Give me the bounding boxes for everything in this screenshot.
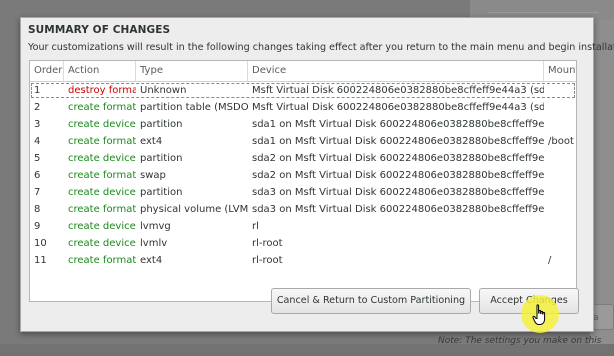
cell-device: sda3 on Msft Virtual Disk 600224806e0382… (252, 187, 544, 198)
column-header-mount[interactable]: Mount (544, 61, 576, 81)
cell-device: Msft Virtual Disk 600224806e0382880be8cf… (252, 85, 544, 96)
cell-action: create device (68, 153, 136, 164)
cell-action: create format (68, 255, 136, 266)
cell-order: 5 (34, 153, 41, 164)
table-row[interactable]: 7 create device partition sda3 on Msft V… (30, 184, 576, 201)
dialog-description: Your customizations will result in the f… (28, 42, 614, 53)
cell-order: 1 (34, 85, 41, 96)
cell-mount (544, 218, 576, 235)
cell-type: partition (140, 187, 183, 198)
table-row[interactable]: 6 create format swap sda2 on Msft Virtua… (30, 167, 576, 184)
column-header-order[interactable]: Order (30, 61, 64, 81)
cell-action: create device (68, 221, 136, 232)
table-row[interactable]: 10 create device lvmlv rl-root (30, 235, 576, 252)
cell-type: ext4 (140, 136, 163, 147)
table-row[interactable]: 3 create device partition sda1 on Msft V… (30, 116, 576, 133)
background-note: Note: The settings you make on this (438, 336, 602, 346)
cell-order: 2 (34, 102, 41, 113)
cell-mount (544, 99, 576, 116)
table-row[interactable]: 4 create format ext4 sda1 on Msft Virtua… (30, 133, 576, 150)
cell-mount (544, 201, 576, 218)
column-header-type[interactable]: Type (136, 61, 248, 81)
table-header: Order Action Type Device Mount (30, 61, 576, 82)
table-row[interactable]: 11 create format ext4 rl-root / (30, 252, 576, 269)
cell-device: rl-root (252, 238, 283, 249)
cell-type: ext4 (140, 255, 163, 266)
cell-type: physical volume (LVM) (140, 204, 248, 215)
cell-mount: /boot (548, 136, 574, 147)
cell-mount (544, 184, 576, 201)
cell-order: 4 (34, 136, 41, 147)
cell-order: 3 (34, 119, 41, 130)
cell-type: lvmvg (140, 221, 171, 232)
cell-mount (544, 167, 576, 184)
cell-order: 10 (34, 238, 47, 249)
changes-table[interactable]: Order Action Type Device Mount 1 destroy… (29, 60, 577, 302)
cell-mount (544, 82, 576, 99)
cell-device: rl-root (252, 255, 283, 266)
column-header-action[interactable]: Action (64, 61, 136, 81)
cell-action: create device (68, 119, 136, 130)
cell-type: partition table (MSDOS) (140, 102, 248, 113)
summary-dialog: SUMMARY OF CHANGES Your customizations w… (20, 17, 614, 332)
cell-device: sda2 on Msft Virtual Disk 600224806e0382… (252, 170, 544, 181)
cell-device: sda1 on Msft Virtual Disk 600224806e0382… (252, 136, 544, 147)
cell-device: sda2 on Msft Virtual Disk 600224806e0382… (252, 153, 544, 164)
cell-action: create format (68, 170, 136, 181)
cell-type: partition (140, 119, 183, 130)
cell-type: swap (140, 170, 166, 181)
cell-type: lvmlv (140, 238, 168, 249)
cell-mount (544, 116, 576, 133)
cell-action: create format (68, 102, 136, 113)
table-row[interactable]: 2 create format partition table (MSDOS) … (30, 99, 576, 116)
cell-mount (544, 235, 576, 252)
cell-type: partition (140, 153, 183, 164)
cell-order: 6 (34, 170, 41, 181)
column-header-device[interactable]: Device (248, 61, 544, 81)
cell-action: create format (68, 136, 136, 147)
table-row[interactable]: 8 create format physical volume (LVM) sd… (30, 201, 576, 218)
cell-action: create device (68, 238, 136, 249)
cell-order: 11 (34, 255, 47, 266)
cell-order: 7 (34, 187, 41, 198)
cell-action: create format (68, 204, 136, 215)
table-row[interactable]: 1 destroy format Unknown Msft Virtual Di… (30, 82, 576, 99)
cell-mount: / (548, 255, 552, 266)
cell-device: sda3 on Msft Virtual Disk 600224806e0382… (252, 204, 544, 215)
cell-order: 8 (34, 204, 41, 215)
cell-action: create device (68, 187, 136, 198)
table-row[interactable]: 9 create device lvmvg rl (30, 218, 576, 235)
hand-pointer-icon (532, 304, 546, 325)
cell-device: sda1 on Msft Virtual Disk 600224806e0382… (252, 119, 544, 130)
cell-device: Msft Virtual Disk 600224806e0382880be8cf… (252, 102, 544, 113)
cell-device: rl (252, 221, 259, 232)
dialog-title: SUMMARY OF CHANGES (28, 24, 171, 36)
table-row[interactable]: 5 create device partition sda2 on Msft V… (30, 150, 576, 167)
cancel-return-button[interactable]: Cancel & Return to Custom Partitioning (271, 288, 471, 314)
cell-order: 9 (34, 221, 41, 232)
cell-type: Unknown (140, 85, 187, 96)
cell-mount (544, 150, 576, 167)
cell-action: destroy format (68, 85, 136, 96)
